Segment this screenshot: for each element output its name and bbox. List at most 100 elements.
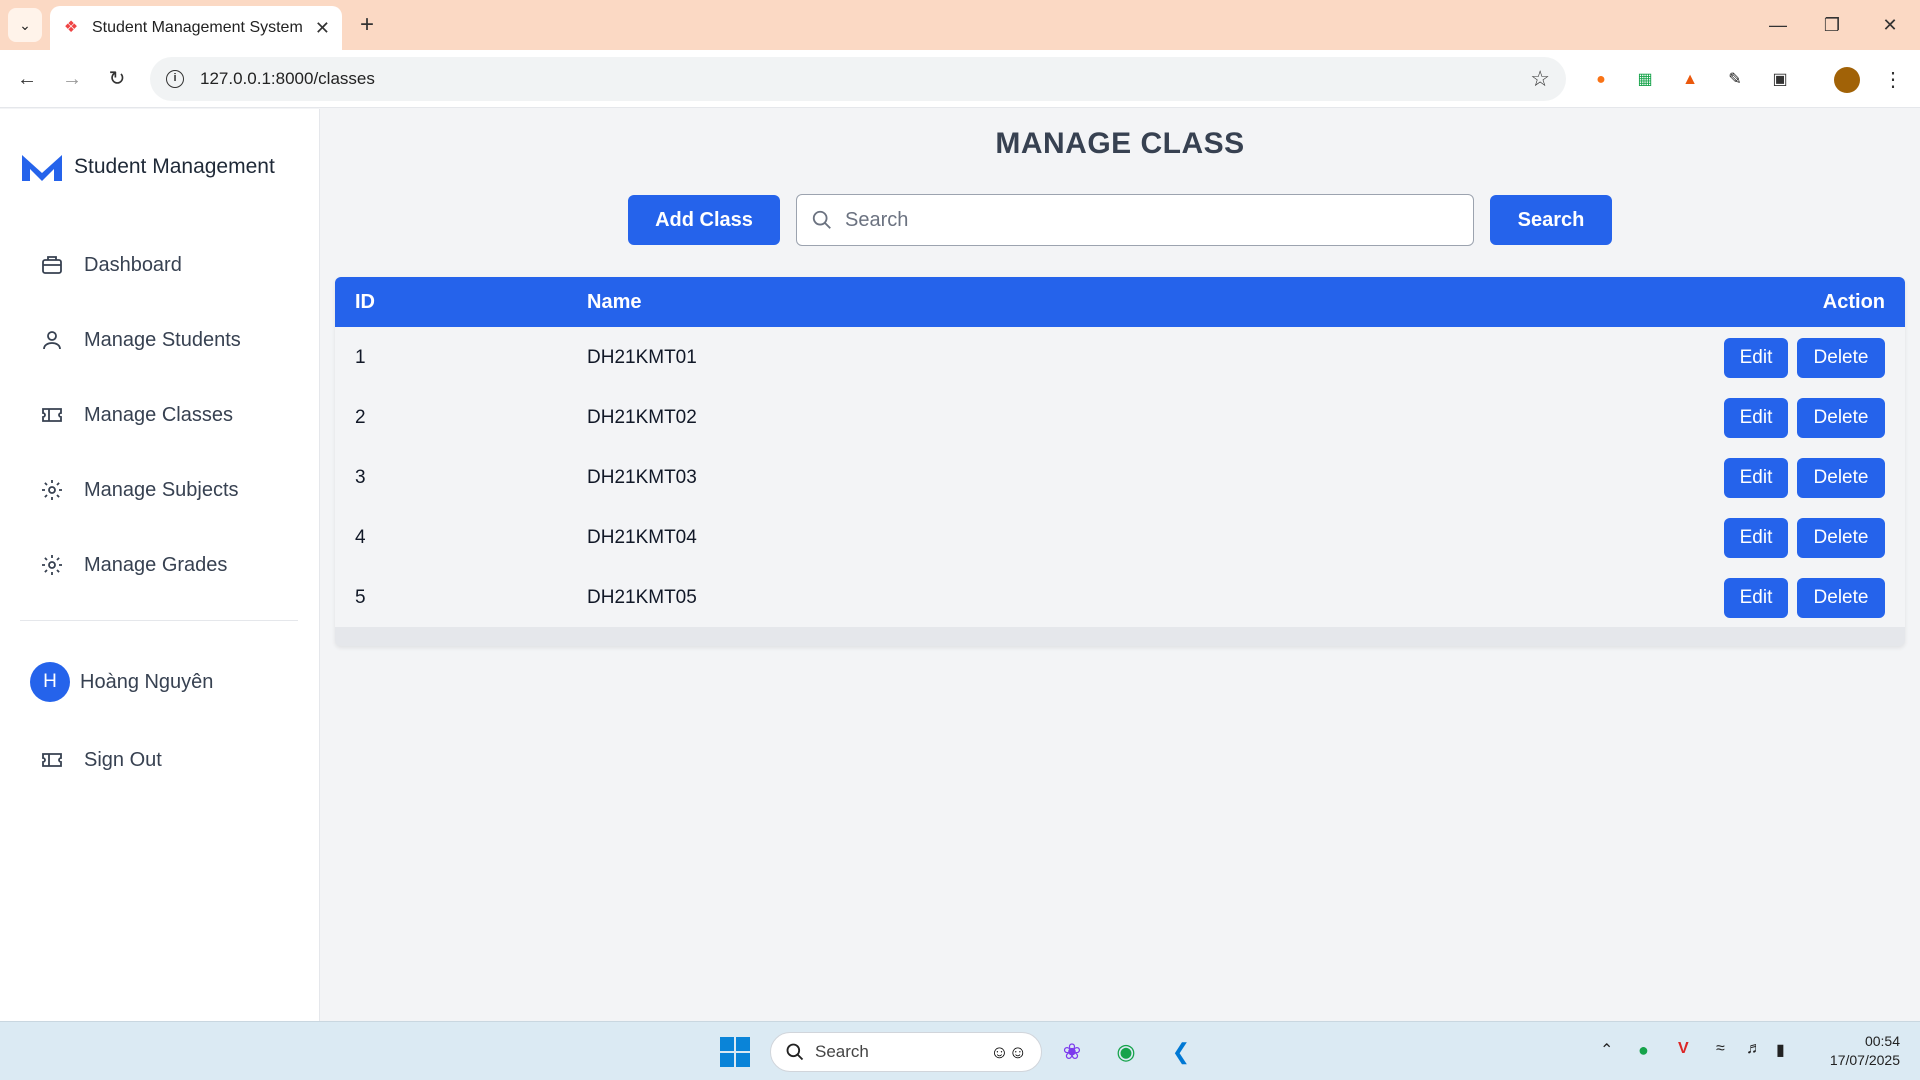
page-title: MANAGE CLASS [995, 127, 1245, 160]
emoji-icon: ☺☺ [990, 1041, 1027, 1062]
back-button[interactable]: ← [10, 62, 44, 96]
restore-button[interactable]: ❐ [1812, 10, 1852, 40]
briefcase-icon [42, 256, 62, 274]
column-header-name: Name [587, 291, 642, 313]
chevron-up-icon[interactable]: ⌃ [1600, 1040, 1613, 1060]
new-tab-button[interactable]: + [352, 10, 382, 40]
edit-button[interactable]: Edit [1724, 458, 1788, 498]
classes-table: ID Name Action 1 DH21KMT01 Edit Delete 2… [335, 277, 1905, 646]
vscode-icon[interactable]: ❮ [1163, 1034, 1199, 1070]
profile-avatar[interactable] [1834, 67, 1860, 93]
address-bar[interactable]: i 127.0.0.1:8000/classes ☆ [150, 57, 1566, 101]
user-icon [43, 331, 61, 350]
extensions-puzzle-icon[interactable]: ▣ [1767, 67, 1793, 93]
sidebar-item-subjects[interactable]: Manage Subjects [40, 470, 239, 510]
forward-button[interactable]: → [55, 62, 89, 96]
search-input[interactable] [845, 208, 1459, 232]
table-row: 1 DH21KMT01 Edit Delete [335, 327, 1905, 387]
delete-button[interactable]: Delete [1797, 518, 1885, 558]
clock[interactable]: 00:54 17/07/2025 [1800, 1032, 1900, 1070]
table-row: 4 DH21KMT04 Edit Delete [335, 507, 1905, 567]
reload-button[interactable]: ↻ [100, 62, 134, 96]
extension-icon[interactable]: ● [1588, 67, 1614, 93]
edit-button[interactable]: Edit [1724, 338, 1788, 378]
vivaldi-icon[interactable]: V [1678, 1040, 1689, 1058]
ticket-icon [42, 408, 62, 422]
cell-id: 5 [355, 587, 366, 608]
browser-tab-strip: ⌄ ❖ Student Management System ✕ + — ❐ ✕ [0, 0, 1920, 50]
tab-search-button[interactable]: ⌄ [8, 8, 42, 42]
brand-name: Student Management [74, 155, 275, 178]
edit-button[interactable]: Edit [1724, 518, 1788, 558]
eyedropper-icon[interactable]: ✎ [1722, 67, 1748, 93]
url-text: 127.0.0.1:8000/classes [200, 69, 375, 88]
brand[interactable]: Student Management [20, 151, 275, 183]
copilot-icon[interactable]: ❀ [1054, 1034, 1090, 1070]
cell-name: DH21KMT05 [587, 587, 697, 608]
delete-button[interactable]: Delete [1797, 578, 1885, 618]
extension-icon[interactable]: ▦ [1632, 67, 1658, 93]
sidebar-item-grades[interactable]: Manage Grades [40, 545, 227, 585]
search-button[interactable]: Search [1490, 195, 1612, 245]
main-content: MANAGE CLASS Add Class Search ID Name Ac… [320, 109, 1920, 1021]
laravel-icon: ❖ [63, 19, 79, 36]
close-window-button[interactable]: ✕ [1870, 10, 1910, 40]
table-row: 5 DH21KMT05 Edit Delete [335, 567, 1905, 627]
sidebar-item-label: Manage Grades [84, 553, 228, 576]
browser-toolbar: ← → ↻ i 127.0.0.1:8000/classes ☆ ● ▦ ▲ ✎… [0, 50, 1920, 108]
table-body: 1 DH21KMT01 Edit Delete 2 DH21KMT02 Edit… [335, 327, 1905, 627]
chrome-icon[interactable]: ◉ [1108, 1034, 1144, 1070]
user-profile[interactable]: H Hoàng Nguyên [30, 662, 213, 702]
battery-icon[interactable]: ▮ [1776, 1040, 1785, 1060]
sidebar-item-classes[interactable]: Manage Classes [40, 395, 233, 435]
sidebar-item-label: Manage Students [84, 328, 241, 351]
delete-button[interactable]: Delete [1797, 458, 1885, 498]
taskbar: Search ☺☺ ❀ ◉ ❮ ⌃ ● V ≈ ♬ ▮ 00:54 17/07/… [0, 1021, 1920, 1080]
date: 17/07/2025 [1829, 1052, 1900, 1068]
cell-name: DH21KMT01 [587, 347, 697, 368]
browser-tab[interactable]: ❖ Student Management System ✕ [50, 6, 342, 50]
edit-button[interactable]: Edit [1724, 578, 1788, 618]
metamask-icon[interactable]: ▲ [1677, 67, 1703, 93]
user-name: Hoàng Nguyên [80, 670, 214, 693]
volume-icon[interactable]: ♬ [1746, 1040, 1762, 1058]
bookmark-star-icon[interactable]: ☆ [1530, 66, 1550, 92]
search-icon [812, 210, 831, 229]
search-field[interactable] [796, 194, 1474, 246]
windows-start-icon[interactable] [720, 1037, 750, 1067]
table-row: 2 DH21KMT02 Edit Delete [335, 387, 1905, 447]
sidebar-item-dashboard[interactable]: Dashboard [40, 245, 182, 285]
cell-name: DH21KMT04 [587, 527, 697, 548]
sign-out-button[interactable]: Sign Out [40, 740, 162, 780]
minimize-button[interactable]: — [1758, 10, 1798, 40]
sidebar-item-students[interactable]: Manage Students [40, 320, 241, 360]
cell-id: 1 [355, 347, 366, 368]
search-icon [786, 1043, 804, 1061]
sidebar-divider [20, 620, 298, 621]
gear-icon [42, 555, 62, 575]
column-header-action: Action [1822, 291, 1885, 313]
sidebar-item-label: Dashboard [84, 253, 182, 276]
column-header-id: ID [355, 291, 375, 313]
spotify-icon[interactable]: ● [1638, 1040, 1649, 1061]
site-info-icon[interactable]: i [166, 70, 184, 88]
sign-out-label: Sign Out [84, 748, 162, 771]
taskbar-search[interactable]: Search ☺☺ [770, 1032, 1042, 1072]
cell-id: 2 [355, 407, 366, 428]
cell-name: DH21KMT02 [587, 407, 697, 428]
gear-icon [42, 480, 62, 500]
tab-title: Student Management System [92, 19, 303, 36]
cell-id: 3 [355, 467, 366, 488]
sidebar: Student Management Dashboard Manage Stud… [0, 109, 320, 1021]
browser-menu-icon[interactable]: ⋮ [1880, 67, 1906, 93]
logo-icon [22, 155, 62, 181]
table-header: ID Name Action [335, 277, 1905, 327]
wifi-icon[interactable]: ≈ [1716, 1040, 1725, 1058]
close-tab-icon[interactable]: ✕ [315, 18, 330, 39]
edit-button[interactable]: Edit [1724, 398, 1788, 438]
ticket-icon [42, 753, 62, 767]
add-class-button[interactable]: Add Class [628, 195, 780, 245]
taskbar-search-label: Search [815, 1042, 869, 1061]
delete-button[interactable]: Delete [1797, 398, 1885, 438]
delete-button[interactable]: Delete [1797, 338, 1885, 378]
